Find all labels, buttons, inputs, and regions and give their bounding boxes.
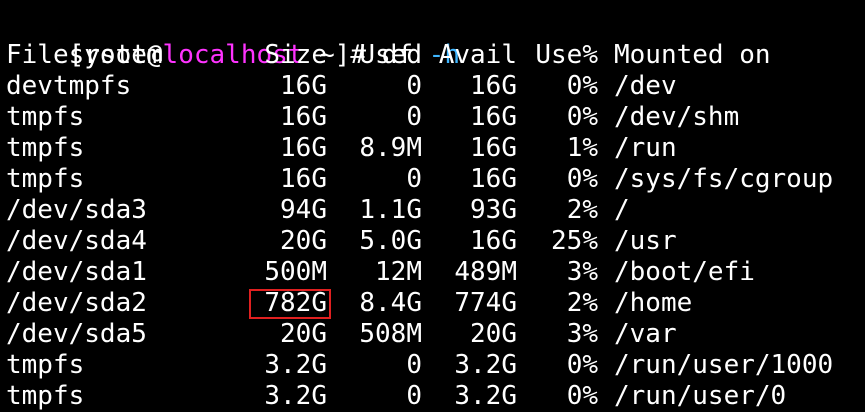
- cell-use-pct: 3%: [566, 319, 598, 349]
- cell-size: 3.2G: [264, 350, 327, 380]
- cell-size: 16G: [280, 71, 327, 101]
- header-size: Size: [264, 40, 327, 70]
- cell-mounted: /sys/fs/cgroup: [614, 164, 834, 194]
- cell-avail: 3.2G: [454, 381, 517, 411]
- cell-avail: 20G: [470, 319, 517, 349]
- cell-filesystem: /dev/sda1: [6, 257, 147, 287]
- cell-used: 0: [406, 381, 422, 411]
- cell-filesystem: tmpfs: [6, 164, 85, 194]
- size-highlight-box: [249, 289, 331, 319]
- cell-used: 0: [406, 102, 422, 132]
- cell-mounted: /dev: [614, 71, 677, 101]
- cell-mounted: /usr: [614, 226, 677, 256]
- cell-avail: 16G: [470, 102, 517, 132]
- table-header-row: Filesystem Size Used Avail Use% Mounted …: [6, 40, 771, 71]
- cell-used: 8.9M: [359, 133, 422, 163]
- cell-use-pct: 2%: [566, 195, 598, 225]
- cell-size: 16G: [280, 164, 327, 194]
- cell-use-pct: 25%: [551, 226, 598, 256]
- cell-use-pct: 1%: [566, 133, 598, 163]
- cell-avail: 3.2G: [454, 350, 517, 380]
- cell-used: 0: [406, 164, 422, 194]
- cell-filesystem: tmpfs: [6, 102, 85, 132]
- cell-used: 508M: [359, 319, 422, 349]
- header-avail: Avail: [438, 40, 517, 70]
- header-mounted-on: Mounted on: [614, 40, 771, 70]
- cell-size: 20G: [280, 319, 327, 349]
- cell-mounted: /var: [614, 319, 677, 349]
- cell-avail: 16G: [470, 133, 517, 163]
- cell-avail: 16G: [470, 164, 517, 194]
- cell-mounted: /dev/shm: [614, 102, 740, 132]
- cell-avail: 93G: [470, 195, 517, 225]
- cell-size: 94G: [280, 195, 327, 225]
- cell-filesystem: /dev/sda2: [6, 288, 147, 318]
- cell-use-pct: 0%: [566, 381, 598, 411]
- command-prompt-line: [root@localhost ~]# df -h: [6, 9, 460, 70]
- cell-filesystem: devtmpfs: [6, 71, 132, 101]
- cell-used: 0: [406, 71, 422, 101]
- cell-use-pct: 0%: [566, 164, 598, 194]
- cell-used: 8.4G: [359, 288, 422, 318]
- cell-used: 1.1G: [359, 195, 422, 225]
- cell-mounted: /boot/efi: [614, 257, 755, 287]
- cell-mounted: /run/user/1000: [614, 350, 834, 380]
- cell-used: 12M: [375, 257, 422, 287]
- cell-use-pct: 2%: [566, 288, 598, 318]
- cell-avail: 774G: [454, 288, 517, 318]
- cell-filesystem: tmpfs: [6, 350, 85, 380]
- cell-filesystem: /dev/sda4: [6, 226, 147, 256]
- cell-avail: 489M: [454, 257, 517, 287]
- header-use-percent: Use%: [535, 40, 598, 70]
- cell-use-pct: 0%: [566, 350, 598, 380]
- cell-mounted: /run/user/0: [614, 381, 787, 411]
- cell-used: 0: [406, 350, 422, 380]
- cell-size: 16G: [280, 133, 327, 163]
- cell-size: 500M: [264, 257, 327, 287]
- cell-size: 20G: [280, 226, 327, 256]
- cell-avail: 16G: [470, 226, 517, 256]
- header-filesystem: Filesystem: [6, 40, 163, 70]
- cell-size: 16G: [280, 102, 327, 132]
- cell-avail: 16G: [470, 71, 517, 101]
- cell-mounted: /: [614, 195, 630, 225]
- cell-filesystem: tmpfs: [6, 381, 85, 411]
- cell-filesystem: tmpfs: [6, 133, 85, 163]
- cell-mounted: /home: [614, 288, 693, 318]
- cell-filesystem: /dev/sda5: [6, 319, 147, 349]
- terminal-window[interactable]: [root@localhost ~]# df -h Filesystem Siz…: [0, 0, 865, 412]
- header-used: Used: [359, 40, 422, 70]
- cell-size: 3.2G: [264, 381, 327, 411]
- cell-use-pct: 0%: [566, 71, 598, 101]
- cell-use-pct: 0%: [566, 102, 598, 132]
- cell-filesystem: /dev/sda3: [6, 195, 147, 225]
- cell-use-pct: 3%: [566, 257, 598, 287]
- cell-mounted: /run: [614, 133, 677, 163]
- cell-used: 5.0G: [359, 226, 422, 256]
